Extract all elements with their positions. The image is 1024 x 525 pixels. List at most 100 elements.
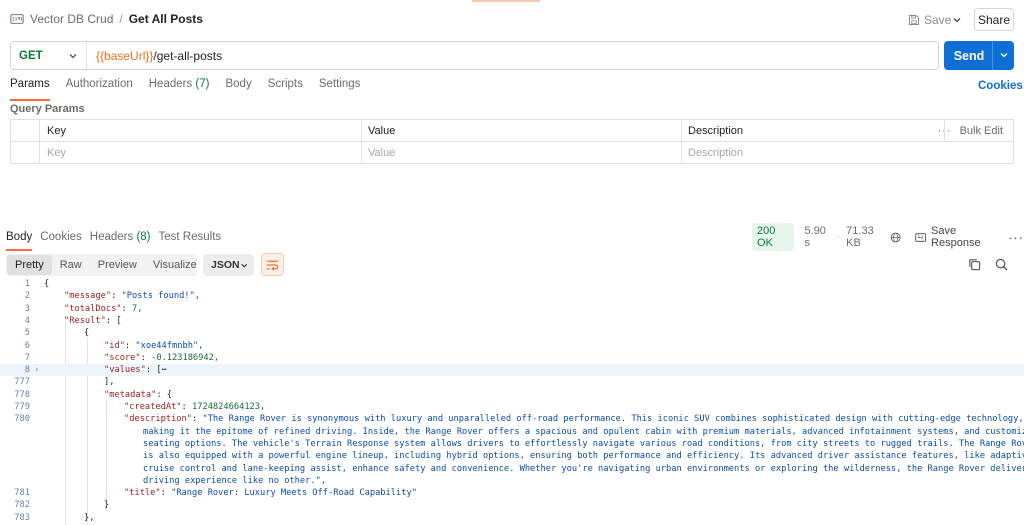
format-select[interactable]: JSON — [203, 254, 254, 276]
code-line: is also equipped with a powerful engine … — [0, 450, 1024, 462]
line-number: 7 — [24, 352, 30, 363]
code-line: 1{ — [0, 278, 1024, 290]
code-text: "totalDocs": 7, — [64, 303, 143, 314]
meta-separator: · — [836, 231, 841, 243]
fold-chevron-icon[interactable]: › — [34, 364, 39, 376]
code-text: "message": "Posts found!", — [64, 291, 201, 302]
code-text: } — [104, 500, 110, 511]
view-mode-pretty[interactable]: Pretty — [7, 255, 52, 275]
headers-count: (7) — [195, 78, 210, 90]
send-dropdown[interactable] — [993, 49, 1014, 63]
tab-response-cookies[interactable]: Cookies — [40, 231, 82, 248]
tab-response-body[interactable]: Body — [6, 231, 33, 251]
breadcrumb-separator: / — [119, 12, 123, 26]
code-line: 783}, — [0, 512, 1024, 524]
globe-icon[interactable] — [890, 231, 901, 244]
url-path: /get-all-posts — [153, 48, 223, 63]
tab-authorization[interactable]: Authorization — [66, 78, 133, 98]
breadcrumb-collection[interactable]: Vector DB Crud — [30, 12, 113, 26]
status-badge[interactable]: 200 OK — [752, 223, 795, 251]
response-size[interactable]: 71.33 KB — [846, 225, 885, 249]
save-dropdown-button[interactable] — [946, 10, 968, 30]
share-button[interactable]: Share — [974, 8, 1014, 31]
save-response-label: Save Response — [931, 225, 981, 249]
format-label: JSON — [211, 259, 240, 271]
save-response-icon — [915, 232, 926, 242]
method-select[interactable]: GET — [11, 42, 87, 69]
request-title[interactable]: Get All Posts — [129, 12, 203, 26]
line-number: 783 — [14, 512, 30, 523]
query-params-table: Key Value Description ··· Bulk Edit Key … — [10, 119, 1014, 164]
send-button[interactable]: Send — [944, 41, 1014, 70]
request-tabs: Params Authorization Headers (7) Body Sc… — [10, 78, 376, 101]
tab-headers[interactable]: Headers (7) — [149, 78, 210, 98]
url-input[interactable]: {{baseUrl}}/get-all-posts — [87, 49, 222, 63]
save-button[interactable]: Save — [908, 10, 951, 30]
line-number: 2 — [24, 291, 30, 302]
response-body-viewer[interactable]: 1{2 "message": "Posts found!", 3 "totalDocs… — [0, 278, 1024, 525]
wrap-lines-icon — [266, 260, 279, 271]
table-row: Key Value Description — [11, 142, 1013, 164]
description-input[interactable]: Description — [680, 142, 743, 164]
view-mode-preview[interactable]: Preview — [90, 255, 145, 275]
line-number: 1 — [24, 279, 30, 289]
column-header-value: Value — [368, 125, 396, 137]
column-divider — [681, 120, 682, 163]
code-text: }, — [84, 512, 95, 523]
url-variable: {{baseUrl}} — [96, 48, 154, 63]
chevron-down-icon — [69, 53, 77, 58]
tab-response-headers[interactable]: Headers (8) — [90, 231, 151, 248]
chevron-down-icon — [953, 18, 961, 23]
code-line: 778 "metadata": { — [0, 389, 1024, 401]
line-number: 780 — [14, 414, 30, 425]
column-divider — [361, 120, 362, 163]
tab-scripts[interactable]: Scripts — [268, 78, 303, 98]
code-line: 7 "score": -0.123186942, — [0, 352, 1024, 364]
code-text: "values": [⋯ — [104, 365, 167, 376]
response-time[interactable]: 5.90 s — [804, 225, 830, 249]
code-text: "Result": [ — [64, 315, 122, 326]
query-params-title: Query Params — [10, 103, 85, 115]
key-input[interactable]: Key — [39, 142, 66, 164]
code-line: 4 "Result": [ — [0, 315, 1024, 327]
save-response-button[interactable]: Save Response — [915, 225, 998, 249]
line-number: 5 — [24, 328, 30, 339]
code-text: "metadata": { — [104, 389, 173, 400]
wrap-lines-button[interactable] — [261, 253, 284, 276]
line-number: 6 — [24, 340, 30, 351]
value-input[interactable]: Value — [360, 142, 395, 164]
code-text: { — [84, 328, 90, 339]
view-mode-visualize[interactable]: Visualize — [145, 255, 205, 275]
response-meta: 200 OK 5.90 s · 71.33 KB Save Response ·… — [752, 223, 1024, 251]
tab-test-results[interactable]: Test Results — [159, 231, 222, 248]
line-number: 8 — [24, 365, 30, 376]
code-text: ], — [104, 377, 115, 388]
more-options-icon[interactable]: ··· — [1008, 230, 1024, 245]
tab-settings[interactable]: Settings — [319, 78, 361, 98]
code-line: making it the epitome of refined driving… — [0, 426, 1024, 438]
code-line: 782} — [0, 499, 1024, 511]
chevron-down-icon — [1000, 52, 1007, 57]
code-line: cruise control and lane-keeping assist, … — [0, 463, 1024, 475]
code-text: "description": "The Range Rover is synon… — [124, 414, 1024, 425]
tab-body[interactable]: Body — [225, 78, 251, 98]
copy-icon[interactable] — [968, 258, 981, 271]
code-line: 780 "description": "The Range Rover is sy… — [0, 413, 1024, 425]
request-header: Vector DB Crud / Get All Posts Save Shar… — [0, 0, 1024, 40]
view-mode-raw[interactable]: Raw — [52, 255, 90, 275]
view-mode-tabs: Pretty Raw Preview Visualize — [6, 254, 197, 276]
code-line: 3 "totalDocs": 7, — [0, 303, 1024, 315]
cookies-link[interactable]: Cookies — [978, 80, 1023, 92]
tab-params[interactable]: Params — [10, 78, 50, 101]
bulk-edit-button[interactable]: ··· Bulk Edit — [938, 120, 1003, 142]
column-header-description: Description — [688, 125, 744, 137]
code-text: "score": -0.123186942, — [104, 352, 220, 363]
search-icon[interactable] — [995, 258, 1008, 271]
line-number: 779 — [14, 402, 30, 412]
save-icon — [909, 15, 919, 25]
line-number: 777 — [14, 377, 30, 388]
line-number: 4 — [24, 315, 30, 326]
breadcrumb: Vector DB Crud / Get All Posts — [10, 12, 203, 26]
code-text: "title": "Range Rover: Luxury Meets Off-… — [124, 488, 417, 499]
line-number: 3 — [24, 303, 30, 314]
